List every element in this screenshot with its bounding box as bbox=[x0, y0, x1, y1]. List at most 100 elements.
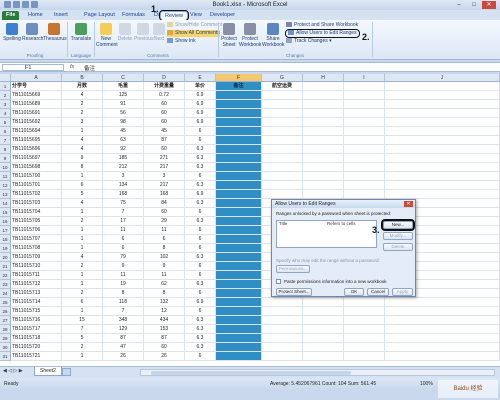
table-cell[interactable] bbox=[262, 145, 303, 154]
table-cell[interactable]: 60 bbox=[144, 208, 185, 217]
tab-view[interactable]: View bbox=[186, 11, 206, 20]
table-cell[interactable]: 60 bbox=[144, 109, 185, 118]
table-cell[interactable] bbox=[303, 118, 344, 127]
table-cell[interactable]: 6 bbox=[185, 262, 216, 271]
row-header[interactable]: 4 bbox=[0, 109, 11, 118]
maximize-button[interactable]: □ bbox=[467, 1, 481, 9]
table-cell[interactable] bbox=[385, 343, 500, 352]
table-cell[interactable] bbox=[344, 109, 385, 118]
table-cell[interactable]: 2 bbox=[62, 217, 103, 226]
table-cell[interactable]: TB11015713 bbox=[11, 289, 62, 298]
table-cell[interactable]: TB11015692 bbox=[11, 118, 62, 127]
name-box[interactable]: F1 bbox=[2, 64, 64, 71]
table-cell[interactable] bbox=[303, 325, 344, 334]
show-all-comments-button[interactable]: Show All Comments bbox=[167, 30, 220, 37]
table-cell[interactable]: TB11015698 bbox=[11, 163, 62, 172]
delete-range-button[interactable]: Delete bbox=[383, 243, 413, 251]
header-cell[interactable]: 月数 bbox=[62, 82, 103, 91]
table-cell[interactable] bbox=[216, 334, 262, 343]
tab-file[interactable]: File bbox=[2, 11, 20, 20]
table-cell[interactable]: TB11015694 bbox=[11, 127, 62, 136]
allow-users-edit-ranges-button[interactable]: Allow Users to Edit Ranges bbox=[285, 29, 360, 38]
table-cell[interactable]: 1 bbox=[62, 208, 103, 217]
table-cell[interactable]: TB11015697 bbox=[11, 154, 62, 163]
table-cell[interactable] bbox=[216, 172, 262, 181]
header-cell[interactable]: 单价 bbox=[185, 82, 216, 91]
table-cell[interactable] bbox=[385, 298, 500, 307]
row-header[interactable]: 28 bbox=[0, 325, 11, 334]
table-cell[interactable]: 1 bbox=[62, 235, 103, 244]
new-comment-button[interactable]: New Comment bbox=[96, 23, 118, 48]
table-cell[interactable]: 26 bbox=[144, 352, 185, 361]
table-cell[interactable] bbox=[385, 91, 500, 100]
table-cell[interactable]: 4 bbox=[62, 253, 103, 262]
table-cell[interactable]: 45 bbox=[103, 127, 144, 136]
table-cell[interactable]: 6 bbox=[185, 271, 216, 280]
row-header[interactable]: 23 bbox=[0, 280, 11, 289]
table-cell[interactable] bbox=[216, 307, 262, 316]
table-cell[interactable] bbox=[216, 280, 262, 289]
table-cell[interactable] bbox=[303, 109, 344, 118]
table-cell[interactable]: TB11015701 bbox=[11, 181, 62, 190]
table-cell[interactable]: 6.3 bbox=[185, 145, 216, 154]
table-cell[interactable] bbox=[303, 181, 344, 190]
zoom-level[interactable]: 100% bbox=[420, 378, 433, 390]
table-cell[interactable]: 7 bbox=[103, 307, 144, 316]
fx-icon[interactable]: fx bbox=[70, 64, 74, 70]
table-cell[interactable] bbox=[344, 163, 385, 172]
table-cell[interactable] bbox=[385, 118, 500, 127]
table-cell[interactable]: 91 bbox=[103, 100, 144, 109]
table-cell[interactable]: 84 bbox=[144, 199, 185, 208]
table-cell[interactable]: 168 bbox=[103, 190, 144, 199]
table-cell[interactable] bbox=[216, 118, 262, 127]
table-cell[interactable]: 6 bbox=[62, 181, 103, 190]
table-cell[interactable] bbox=[216, 154, 262, 163]
table-cell[interactable]: 2 bbox=[62, 262, 103, 271]
table-cell[interactable]: 6.9 bbox=[185, 118, 216, 127]
table-cell[interactable] bbox=[262, 181, 303, 190]
table-cell[interactable] bbox=[262, 325, 303, 334]
tab-insert[interactable]: Insert bbox=[50, 11, 72, 20]
row-header[interactable]: 11 bbox=[0, 172, 11, 181]
table-cell[interactable]: 102 bbox=[144, 253, 185, 262]
table-cell[interactable] bbox=[385, 145, 500, 154]
table-cell[interactable]: 1 bbox=[62, 271, 103, 280]
table-cell[interactable]: 6 bbox=[185, 244, 216, 253]
header-cell[interactable] bbox=[303, 82, 344, 91]
table-cell[interactable]: TB11015703 bbox=[11, 199, 62, 208]
table-cell[interactable] bbox=[262, 316, 303, 325]
header-cell[interactable]: 分学号 bbox=[11, 82, 62, 91]
table-cell[interactable]: 6.3 bbox=[185, 181, 216, 190]
table-cell[interactable]: 1 bbox=[62, 226, 103, 235]
table-cell[interactable] bbox=[216, 298, 262, 307]
table-cell[interactable]: 6 bbox=[185, 127, 216, 136]
table-cell[interactable]: 4 bbox=[62, 145, 103, 154]
table-cell[interactable]: 26 bbox=[103, 352, 144, 361]
table-cell[interactable] bbox=[303, 100, 344, 109]
tab-home[interactable]: Home bbox=[24, 11, 47, 20]
header-cell[interactable] bbox=[344, 82, 385, 91]
table-cell[interactable] bbox=[216, 226, 262, 235]
undo-icon[interactable] bbox=[22, 1, 29, 8]
table-cell[interactable]: 2 bbox=[62, 100, 103, 109]
protect-sheet-button[interactable]: Protect Sheet bbox=[220, 23, 238, 48]
table-cell[interactable] bbox=[262, 127, 303, 136]
table-cell[interactable]: 56 bbox=[103, 109, 144, 118]
table-cell[interactable] bbox=[344, 298, 385, 307]
column-header-i[interactable]: I bbox=[344, 74, 385, 82]
table-cell[interactable]: 6 bbox=[185, 307, 216, 316]
table-cell[interactable] bbox=[262, 307, 303, 316]
table-cell[interactable] bbox=[216, 199, 262, 208]
table-cell[interactable]: 9 bbox=[144, 262, 185, 271]
tab-developer[interactable]: Developer bbox=[206, 11, 239, 20]
table-cell[interactable]: 11 bbox=[103, 271, 144, 280]
table-cell[interactable] bbox=[262, 154, 303, 163]
table-cell[interactable] bbox=[216, 325, 262, 334]
table-cell[interactable]: 11 bbox=[144, 271, 185, 280]
table-cell[interactable]: 12 bbox=[144, 307, 185, 316]
apply-button[interactable]: Apply bbox=[392, 288, 413, 296]
table-cell[interactable]: TB11015704 bbox=[11, 208, 62, 217]
table-cell[interactable] bbox=[385, 100, 500, 109]
table-cell[interactable] bbox=[216, 109, 262, 118]
table-cell[interactable]: 6 bbox=[185, 235, 216, 244]
